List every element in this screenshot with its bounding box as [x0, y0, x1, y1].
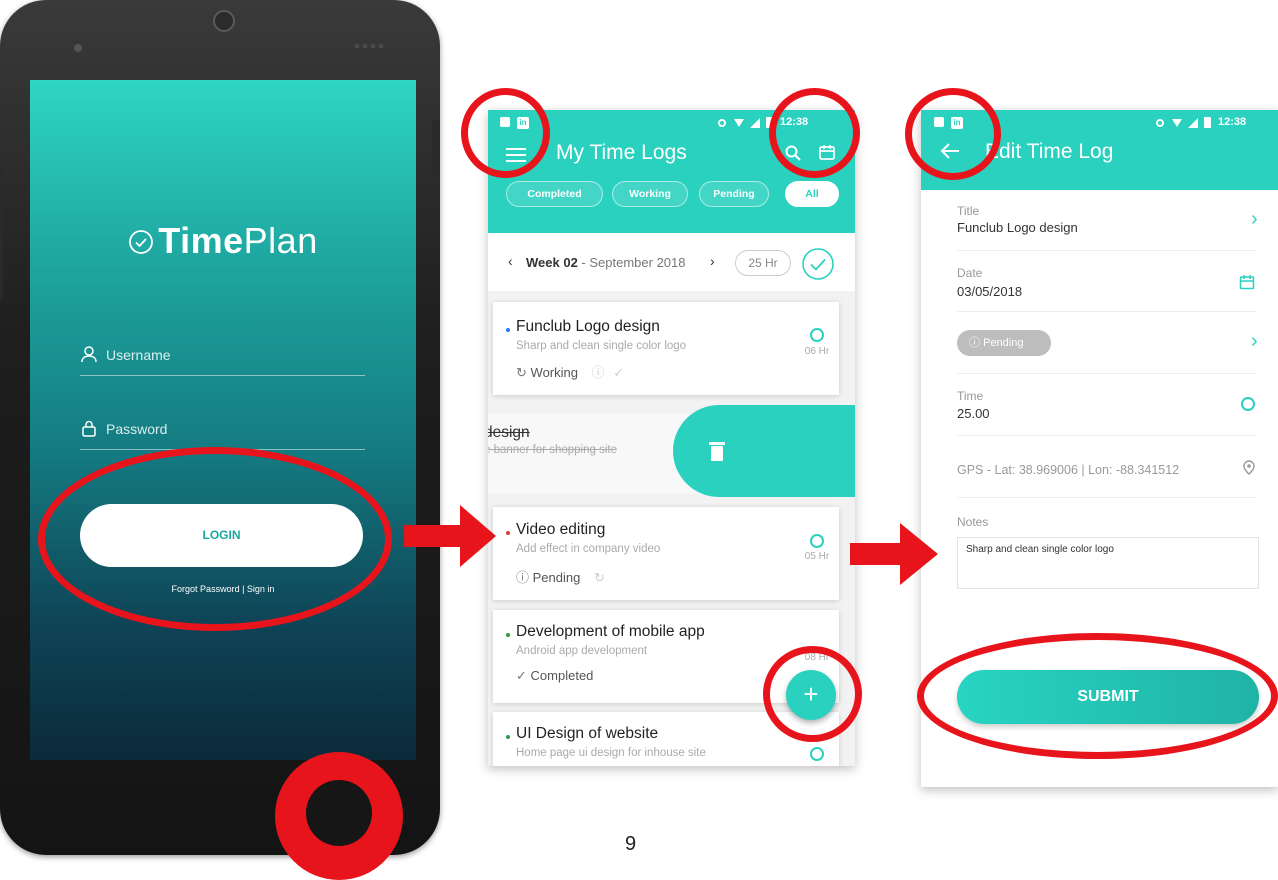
check-icon[interactable]: ✓ [613, 365, 624, 380]
total-hours-badge: 25 Hr [735, 250, 791, 276]
title-value[interactable]: Funclub Logo design [957, 220, 1078, 235]
sensor-dot [74, 44, 82, 52]
calendar-icon[interactable] [1239, 274, 1255, 290]
swiped-title: design [488, 424, 530, 441]
filter-completed[interactable]: Completed [506, 181, 603, 207]
swiped-subtitle: e banner for shopping site [488, 444, 617, 456]
divider [957, 311, 1257, 312]
date-value[interactable]: 03/05/2018 [957, 284, 1022, 299]
username-placeholder: Username [106, 347, 171, 363]
timer-icon [810, 328, 824, 342]
task-status-label: Completed [530, 668, 594, 683]
flow-arrow-shaft [850, 543, 906, 565]
week-number: Week 02 [526, 255, 578, 270]
task-subtitle: Home page ui design for inhouse site [516, 747, 706, 759]
fab-highlight-ring [763, 646, 862, 742]
timer-icon [810, 747, 824, 761]
task-title: Video editing [516, 521, 606, 538]
divider [957, 497, 1257, 498]
task-status: ↻ Working ⓘ ✓ [516, 362, 624, 381]
divider [957, 250, 1257, 251]
power-button [432, 120, 440, 176]
history-icon: ↻ [516, 365, 527, 380]
task-status-label: Working [530, 365, 578, 380]
check-circle-icon [129, 230, 154, 254]
task-status-label: Pending [532, 570, 581, 585]
search-calendar-highlight-ring [769, 88, 860, 178]
title-label: Title [957, 204, 980, 218]
chevron-right-icon[interactable]: › [1251, 330, 1258, 353]
status-dot [506, 531, 510, 535]
task-subtitle: Sharp and clean single color logo [516, 340, 687, 352]
front-camera [213, 10, 235, 32]
gps-text: GPS - Lat: 38.969006 | Lon: -88.341512 [957, 463, 1180, 477]
menu-highlight-ring [461, 88, 550, 178]
home-button[interactable] [306, 780, 372, 846]
info-icon: ⓘ [969, 337, 980, 349]
password-field[interactable]: Password [80, 416, 365, 450]
status-dot [506, 328, 510, 332]
task-hours: 06 Hr [804, 346, 830, 357]
prev-week-arrow[interactable]: ‹ [508, 253, 513, 269]
history-icon[interactable]: ↻ [594, 570, 605, 585]
page-title: Edit Time Log [985, 140, 1114, 163]
task-hours: 05 Hr [804, 551, 830, 562]
location-pin-icon[interactable] [1242, 460, 1256, 476]
filter-all[interactable]: All [785, 181, 839, 207]
battery-icon [1204, 117, 1211, 128]
app-logo: TimePlan [30, 220, 416, 262]
password-placeholder: Password [106, 421, 168, 437]
alarm-icon [1156, 119, 1164, 127]
check-circle-icon[interactable] [801, 247, 835, 281]
task-subtitle: Add effect in company video [516, 543, 661, 555]
page-title: My Time Logs [556, 141, 687, 164]
date-label: Date [957, 266, 983, 280]
username-field[interactable]: Username [80, 342, 365, 376]
trash-icon[interactable] [708, 440, 726, 462]
volume-rocker [0, 170, 3, 300]
filter-working[interactable]: Working [612, 181, 688, 207]
status-chip[interactable]: ⓘ Pending [957, 330, 1051, 356]
page-number: 9 [625, 833, 637, 855]
back-highlight-ring [905, 88, 1001, 180]
speaker-grille [355, 44, 385, 48]
divider [957, 435, 1257, 436]
user-icon [81, 346, 97, 363]
time-label: Time [957, 389, 984, 403]
status-dot [506, 735, 510, 739]
notes-textarea[interactable]: Sharp and clean single color logo [957, 537, 1259, 589]
next-week-arrow[interactable]: › [710, 253, 715, 269]
notes-label: Notes [957, 515, 989, 529]
week-label: Week 02 - September 2018 [526, 255, 686, 270]
task-subtitle: Android app development [516, 645, 648, 657]
delete-swipe-action[interactable] [673, 405, 855, 497]
logo-bold: Time [158, 220, 244, 261]
check-icon: ✓ [516, 668, 527, 683]
login-screen: TimePlan Username Password LOGIN Forgot … [30, 80, 416, 760]
info-icon[interactable]: ⓘ [592, 365, 605, 380]
task-title: Funclub Logo design [516, 318, 660, 335]
status-bar-time: 12:38 [1218, 116, 1247, 128]
info-icon: ⓘ [516, 570, 530, 585]
login-highlight-ring [38, 447, 392, 631]
task-status: ✓ Completed [516, 668, 593, 684]
timer-icon[interactable] [1241, 397, 1255, 411]
status-dot [506, 633, 510, 637]
task-title: UI Design of website [516, 725, 659, 742]
time-value[interactable]: 25.00 [957, 406, 990, 421]
filter-pending[interactable]: Pending [699, 181, 769, 207]
chevron-right-icon[interactable]: › [1251, 208, 1258, 231]
logo-light: Plan [243, 220, 318, 261]
status-chip-label: Pending [983, 337, 1024, 349]
submit-highlight-ring [917, 633, 1278, 759]
divider [957, 373, 1257, 374]
timer-icon [810, 534, 824, 548]
lock-icon [82, 420, 96, 437]
week-month: - September 2018 [581, 255, 686, 270]
task-status: ⓘ Pending ↻ [516, 567, 605, 586]
task-title: Development of mobile app [516, 623, 705, 640]
alarm-icon [718, 119, 726, 127]
phone-device: TimePlan Username Password LOGIN Forgot … [0, 0, 440, 855]
flow-arrow-shaft [404, 525, 466, 547]
